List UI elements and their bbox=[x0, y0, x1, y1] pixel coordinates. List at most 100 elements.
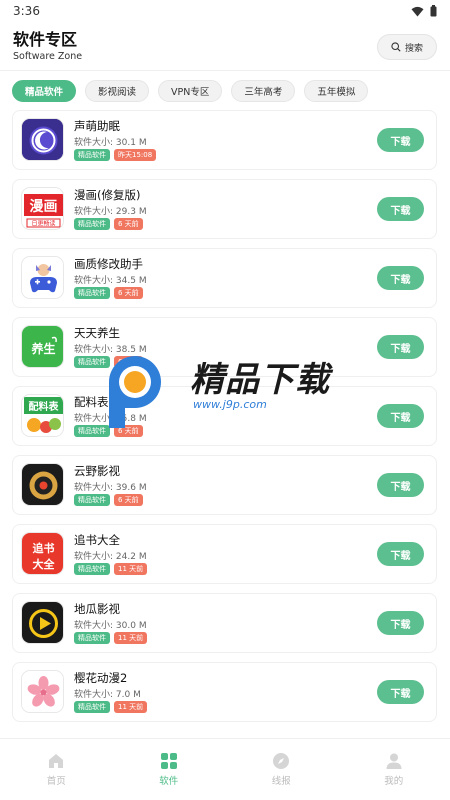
app-card[interactable]: 漫画日更畅读 漫画(修复版) 软件大小: 29.3 M 精品软件 6 天前 下载 bbox=[12, 179, 437, 239]
app-size: 软件大小: 34.5 M bbox=[74, 276, 147, 286]
category-badge: 精品软件 bbox=[74, 149, 110, 161]
tab-sannian[interactable]: 三年高考 bbox=[231, 80, 296, 102]
svg-text:养生: 养生 bbox=[30, 341, 55, 356]
time-badge: 11 天前 bbox=[114, 701, 148, 713]
app-card[interactable]: 追书 大全 追书大全 软件大小: 24.2 M 精品软件 11 天前 下载 bbox=[12, 524, 437, 584]
app-name: 地瓜影视 bbox=[74, 602, 120, 616]
app-name: 追书大全 bbox=[74, 533, 120, 547]
svg-text:日更畅读: 日更畅读 bbox=[31, 220, 55, 228]
nav-home-label: 首页 bbox=[46, 776, 66, 787]
download-button[interactable]: 下载 bbox=[377, 542, 424, 566]
download-button[interactable]: 下载 bbox=[377, 680, 424, 704]
time-badge: 昨天15:08 bbox=[114, 149, 157, 161]
battery-icon bbox=[430, 5, 437, 17]
app-size: 软件大小: 24.2 M bbox=[74, 552, 147, 562]
app-size: 软件大小: 38.5 M bbox=[74, 345, 147, 355]
app-name: 云野影视 bbox=[74, 464, 120, 478]
page-title: 软件专区 bbox=[13, 30, 78, 49]
time-badge: 6 天前 bbox=[114, 218, 143, 230]
app-card[interactable]: 养生 天天养生 软件大小: 38.5 M 精品软件 6 天前 下载 bbox=[12, 317, 437, 377]
download-button[interactable]: 下载 bbox=[377, 128, 424, 152]
category-badge: 精品软件 bbox=[74, 287, 110, 299]
time-badge: 6 天前 bbox=[114, 494, 143, 506]
svg-text:漫画: 漫画 bbox=[30, 198, 58, 215]
nav-software[interactable]: 软件 bbox=[113, 739, 226, 800]
tab-wunian[interactable]: 五年模拟 bbox=[304, 80, 369, 102]
app-card[interactable]: 画质修改助手 软件大小: 34.5 M 精品软件 6 天前 下载 bbox=[12, 248, 437, 308]
grid-icon bbox=[160, 753, 177, 769]
download-button[interactable]: 下载 bbox=[377, 197, 424, 221]
app-badges: 精品软件 6 天前 bbox=[74, 287, 143, 299]
svg-text:大全: 大全 bbox=[33, 557, 56, 571]
download-button[interactable]: 下载 bbox=[377, 266, 424, 290]
search-icon bbox=[391, 42, 401, 52]
app-card[interactable]: 配料表 配料表 软件大小: 35.8 M 精品软件 6 天前 下载 bbox=[12, 386, 437, 446]
time-badge: 11 天前 bbox=[114, 563, 148, 575]
app-badges: 精品软件 6 天前 bbox=[74, 425, 143, 437]
category-badge: 精品软件 bbox=[74, 356, 110, 368]
category-badge: 精品软件 bbox=[74, 425, 110, 437]
app-name: 画质修改助手 bbox=[74, 257, 143, 271]
download-button[interactable]: 下载 bbox=[377, 473, 424, 497]
category-tabs: 精品软件 影视阅读 VPN专区 三年高考 五年模拟 bbox=[0, 71, 450, 110]
app-card[interactable]: 云野影视 软件大小: 39.6 M 精品软件 6 天前 下载 bbox=[12, 455, 437, 515]
time-badge: 6 天前 bbox=[114, 287, 143, 299]
app-card[interactable]: 地瓜影视 软件大小: 30.0 M 精品软件 11 天前 下载 bbox=[12, 593, 437, 653]
app-name: 樱花动漫2 bbox=[74, 671, 128, 685]
download-button[interactable]: 下载 bbox=[377, 611, 424, 635]
time-badge: 11 天前 bbox=[114, 632, 148, 644]
gamepad-icon bbox=[21, 256, 64, 299]
nav-news-label: 线报 bbox=[271, 776, 291, 787]
nav-home[interactable]: 首页 bbox=[0, 739, 113, 800]
app-size: 软件大小: 39.6 M bbox=[74, 483, 147, 493]
compass-icon bbox=[273, 753, 290, 769]
app-name: 配料表 bbox=[74, 395, 109, 409]
svg-text:追书: 追书 bbox=[33, 541, 55, 555]
home-icon bbox=[49, 754, 64, 768]
nav-profile-label: 我的 bbox=[384, 776, 404, 787]
record-icon bbox=[21, 463, 64, 506]
header-titles: 软件专区 Software Zone bbox=[13, 30, 82, 64]
app-badges: 精品软件 6 天前 bbox=[74, 218, 143, 230]
header: 软件专区 Software Zone 搜索 bbox=[0, 24, 450, 70]
category-badge: 精品软件 bbox=[74, 494, 110, 506]
tab-yingshi[interactable]: 影视阅读 bbox=[85, 80, 150, 102]
search-label: 搜索 bbox=[404, 43, 423, 54]
zhuishu-icon: 追书 大全 bbox=[21, 532, 64, 575]
wifi-icon bbox=[411, 6, 424, 16]
app-badges: 精品软件 11 天前 bbox=[74, 632, 148, 644]
app-name: 天天养生 bbox=[74, 326, 120, 340]
status-time: 3:36 bbox=[13, 4, 40, 18]
page-subtitle: Software Zone bbox=[13, 51, 83, 62]
app-badges: 精品软件 6 天前 bbox=[74, 356, 143, 368]
app-name: 漫画(修复版) bbox=[74, 188, 141, 202]
category-badge: 精品软件 bbox=[74, 563, 110, 575]
peiliao-icon: 配料表 bbox=[21, 394, 64, 437]
nav-profile[interactable]: 我的 bbox=[338, 739, 450, 800]
app-badges: 精品软件 昨天15:08 bbox=[74, 149, 157, 161]
app-card[interactable]: 樱花动漫2 软件大小: 7.0 M 精品软件 11 天前 下载 bbox=[12, 662, 437, 722]
download-button[interactable]: 下载 bbox=[377, 335, 424, 359]
app-badges: 精品软件 6 天前 bbox=[74, 494, 143, 506]
app-badges: 精品软件 11 天前 bbox=[74, 701, 148, 713]
manhua-icon: 漫画 日更畅读 bbox=[21, 187, 64, 230]
app-size: 软件大小: 30.0 M bbox=[74, 621, 147, 631]
status-bar: 3:36 bbox=[0, 0, 450, 22]
app-card[interactable]: 声萌助眠 软件大小: 30.1 M 精品软件 昨天15:08 下载 bbox=[12, 110, 437, 170]
app-size: 软件大小: 7.0 M bbox=[74, 690, 141, 700]
app-size: 软件大小: 29.3 M bbox=[74, 207, 147, 217]
download-button[interactable]: 下载 bbox=[377, 404, 424, 428]
yangsheng-icon: 养生 bbox=[21, 325, 64, 368]
search-button[interactable]: 搜索 bbox=[377, 34, 437, 60]
user-icon bbox=[386, 753, 402, 769]
tab-vpn[interactable]: VPN专区 bbox=[158, 80, 223, 102]
moon-icon bbox=[21, 118, 64, 161]
time-badge: 6 天前 bbox=[114, 356, 143, 368]
nav-news[interactable]: 线报 bbox=[225, 739, 338, 800]
category-badge: 精品软件 bbox=[74, 701, 110, 713]
time-badge: 6 天前 bbox=[114, 425, 143, 437]
tab-jingpin[interactable]: 精品软件 bbox=[12, 80, 77, 102]
play-icon bbox=[21, 601, 64, 644]
svg-text:配料表: 配料表 bbox=[29, 400, 60, 413]
category-badge: 精品软件 bbox=[74, 218, 110, 230]
